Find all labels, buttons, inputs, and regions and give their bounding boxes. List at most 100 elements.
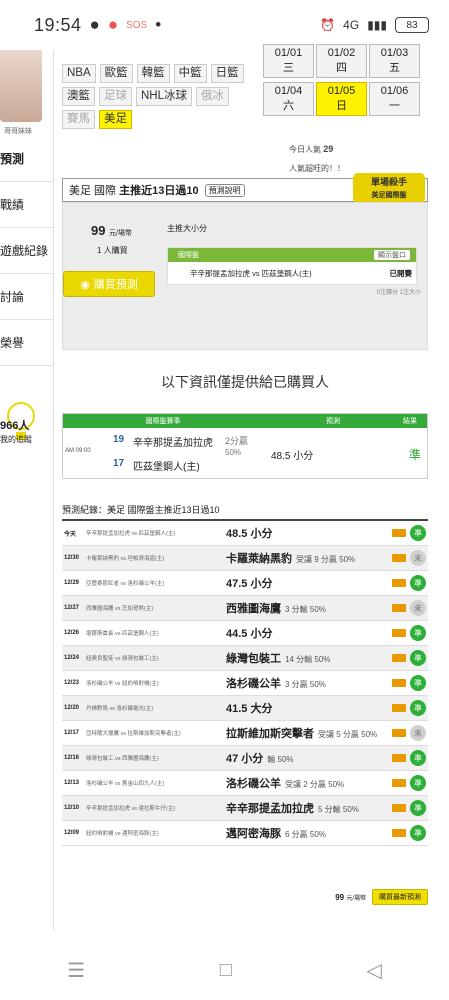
- league-horse[interactable]: 賽馬: [62, 110, 95, 129]
- table-row[interactable]: 12/13 洛杉磯公羊 vs 舊金山四九人(主) 洛杉磯公羊 受讓 2 分贏 50% 準: [62, 771, 428, 796]
- row-pick: 洛杉磯公羊 受讓 2 分贏 50%: [226, 778, 345, 790]
- date-0104[interactable]: 01/04 六: [263, 82, 314, 116]
- league-china-basket[interactable]: 中籃: [173, 64, 207, 83]
- chat-icon: ●: [89, 15, 100, 34]
- panel-header: 美足 國際 主推近13日過10 預測說明 單場殺手 美足國際盤: [62, 173, 428, 203]
- sidebar-item-predict[interactable]: 預測: [0, 136, 54, 182]
- row-pick: 綠灣包裝工 14 分輸 50%: [226, 653, 331, 665]
- row-date: 12/23: [64, 680, 80, 686]
- dot-icon: •: [155, 15, 162, 34]
- row-pick: 48.5 小分: [226, 528, 273, 540]
- date-0102[interactable]: 01/02 四: [316, 44, 367, 78]
- row-date: 12/09: [64, 830, 80, 836]
- help-badge[interactable]: 預測說明: [204, 183, 245, 197]
- table-row[interactable]: 今天 辛辛那提孟加拉虎 vs 匹茲堡鋼人(主) 48.5 小分 準: [62, 521, 428, 546]
- row-pick: 辛辛那提孟加拉虎 5 分輸 50%: [226, 803, 359, 815]
- sidebar: 哥哥妹妹 預測 戰績 遊戲紀錄 討論 榮譽 966人 我的追蹤: [0, 50, 54, 930]
- sidebar-item-game-log[interactable]: 遊戲紀錄: [0, 228, 54, 274]
- row-date: 今天: [64, 531, 77, 538]
- table-row[interactable]: 12/29 亞歷桑那紅雀 vs 洛杉磯公羊(主) 47.5 小分 準: [62, 571, 428, 596]
- game-table: 國際盤 顯示盤口 辛辛那提孟加拉虎 vs 匹茲堡鋼人(主) 已開賽: [167, 247, 417, 285]
- league-aus-basket[interactable]: 澳籃: [62, 87, 95, 106]
- price: 99 元/場幣: [91, 223, 133, 238]
- result-badge: 準: [410, 675, 426, 691]
- app-icon: ●: [107, 15, 119, 34]
- follower-count: 966人 我的追蹤: [0, 420, 32, 444]
- league-tabs: NBA 歐籃 韓籃 中籃 日籃 澳籃 足球 NHL冰球 俄冰 賽馬 美足: [62, 64, 252, 129]
- league-soccer[interactable]: 足球: [99, 87, 132, 106]
- result-badge: 準: [410, 825, 426, 841]
- table-row[interactable]: 12/17 亞特蘭大獵鷹 vs 拉斯維加斯突擊者(主) 拉斯維加斯突擊者 受讓 5 分…: [62, 721, 428, 746]
- row-match: 亞歷桑那紅雀 vs 洛杉磯公羊(主): [86, 581, 165, 587]
- record-list: 今天 辛辛那提孟加拉虎 vs 匹茲堡鋼人(主) 48.5 小分準 12/30 卡羅萊納黑…: [62, 519, 428, 846]
- coin-icon: ◉: [80, 278, 90, 291]
- sidebar-item-record[interactable]: 戰績: [0, 182, 54, 228]
- battery-icon: 83: [395, 17, 429, 33]
- result-badge: 準: [410, 650, 426, 666]
- tag-icon: [392, 654, 406, 662]
- table-row[interactable]: 12/24 紐奧良聖徒 vs 綠灣包裝工(主) 綠灣包裝工 14 分輸 50% 準: [62, 646, 428, 671]
- clock: 19:54: [34, 14, 82, 35]
- menu-icon[interactable]: ☰: [67, 958, 85, 983]
- league-nba[interactable]: NBA: [62, 64, 96, 83]
- tag-icon: [392, 604, 406, 612]
- league-euro-basket[interactable]: 歐籃: [99, 64, 133, 83]
- tag-icon: [392, 554, 406, 562]
- row-pick: 44.5 小分: [226, 628, 273, 640]
- result-badge: 未: [410, 600, 426, 616]
- row-match: 丹佛野馬 vs 洛杉磯電光(主): [86, 706, 154, 712]
- tag-icon: [392, 804, 406, 812]
- table-row[interactable]: 12/23 洛杉磯公羊 vs 紐約噴射機(主) 洛杉磯公羊 3 分贏 50% 準: [62, 671, 428, 696]
- sidebar-item-honor[interactable]: 榮譽: [0, 320, 54, 366]
- home-icon[interactable]: □: [220, 959, 232, 982]
- date-picker: 01/01 三01/02 四01/03 五 01/04 六01/05 日01/0…: [262, 42, 422, 118]
- date-0101[interactable]: 01/01 三: [263, 44, 314, 78]
- row-pick: 邁阿密海豚 6 分贏 50%: [226, 828, 326, 840]
- show-odds-button[interactable]: 顯示盤口: [374, 250, 410, 260]
- tag-icon: [392, 679, 406, 687]
- league-korea-basket[interactable]: 韓籃: [136, 64, 170, 83]
- row-match: 綠灣包裝工 vs 西雅圖海鷹(主): [86, 756, 159, 762]
- row-pick: 47 小分輸 50%: [226, 753, 294, 765]
- table-row[interactable]: 12/26 堪薩斯酋長 vs 匹茲堡鋼人(主) 44.5 小分 準: [62, 621, 428, 646]
- league-russia-ice[interactable]: 俄冰: [196, 87, 230, 106]
- row-pick: 洛杉磯公羊 3 分贏 50%: [226, 678, 326, 690]
- tag-icon: [392, 779, 406, 787]
- avatar[interactable]: [0, 50, 42, 122]
- league-japan-basket[interactable]: 日籃: [210, 64, 244, 83]
- league-nfl[interactable]: 美足: [99, 110, 132, 129]
- date-0103[interactable]: 01/03 五: [369, 44, 420, 78]
- row-pick: 西雅圖海鷹 3 分輸 50%: [226, 603, 326, 615]
- row-match: 西雅圖海鷹 vs 芝加哥熊(主): [86, 606, 154, 612]
- row-match: 堪薩斯酋長 vs 匹茲堡鋼人(主): [86, 631, 159, 637]
- row-date: 12/13: [64, 780, 80, 786]
- row-date: 12/20: [64, 705, 80, 711]
- result-badge: 準: [410, 625, 426, 641]
- table-row[interactable]: 12/16 綠灣包裝工 vs 西雅圖海鷹(主) 47 小分輸 50% 準: [62, 746, 428, 771]
- sidebar-item-discuss[interactable]: 討論: [0, 274, 54, 320]
- row-date: 12/27: [64, 605, 80, 611]
- date-0105[interactable]: 01/05 日: [316, 82, 367, 116]
- row-date: 12/16: [64, 755, 80, 761]
- avatar-name: 哥哥妹妹: [4, 128, 32, 135]
- system-nav: ☰ □ ◁: [0, 940, 449, 1000]
- date-0106[interactable]: 01/06 一: [369, 82, 420, 116]
- predict-panel: 99 元/場幣 1 人購買 ◉ 購買預測 主推大小分 國際盤 顯示盤口 辛辛那提孟加…: [62, 202, 428, 350]
- row-date: 12/10: [64, 805, 80, 811]
- league-nhl[interactable]: NHL冰球: [136, 87, 193, 106]
- back-icon[interactable]: ◁: [366, 958, 381, 983]
- table-row[interactable]: 12/09 紐約噴射機 vs 邁阿密海豚(主) 邁阿密海豚 6 分贏 50% 準: [62, 821, 428, 846]
- tag-icon: [392, 829, 406, 837]
- table-row[interactable]: 12/27 西雅圖海鷹 vs 芝加哥熊(主) 西雅圖海鷹 3 分輸 50% 未: [62, 596, 428, 621]
- buy-prediction-button[interactable]: ◉ 購買預測: [63, 271, 155, 297]
- row-match: 辛辛那提孟加拉虎 vs 匹茲堡鋼人(主): [86, 531, 176, 537]
- result-badge: 未: [410, 725, 426, 741]
- row-date: 12/29: [64, 580, 80, 586]
- row-match: 紐約噴射機 vs 邁阿密海豚(主): [86, 831, 159, 837]
- bottom-bar: 99 元/場幣 購買最新預測: [62, 888, 428, 906]
- table-row[interactable]: 12/10 辛辛那提孟加拉虎 vs 達拉斯牛仔(主) 辛辛那提孟加拉虎 5 分輸 50…: [62, 796, 428, 821]
- buy-latest-button[interactable]: 購買最新預測: [372, 889, 428, 905]
- panel-note: 0注讀分 1注大小: [376, 290, 421, 296]
- table-row[interactable]: 12/20 丹佛野馬 vs 洛杉磯電光(主) 41.5 大分 準: [62, 696, 428, 721]
- table-row[interactable]: 12/30 卡羅萊納黑豹 vs 坦帕灣海盜(主) 卡羅萊納黑豹 受讓 9 分贏 50%…: [62, 546, 428, 571]
